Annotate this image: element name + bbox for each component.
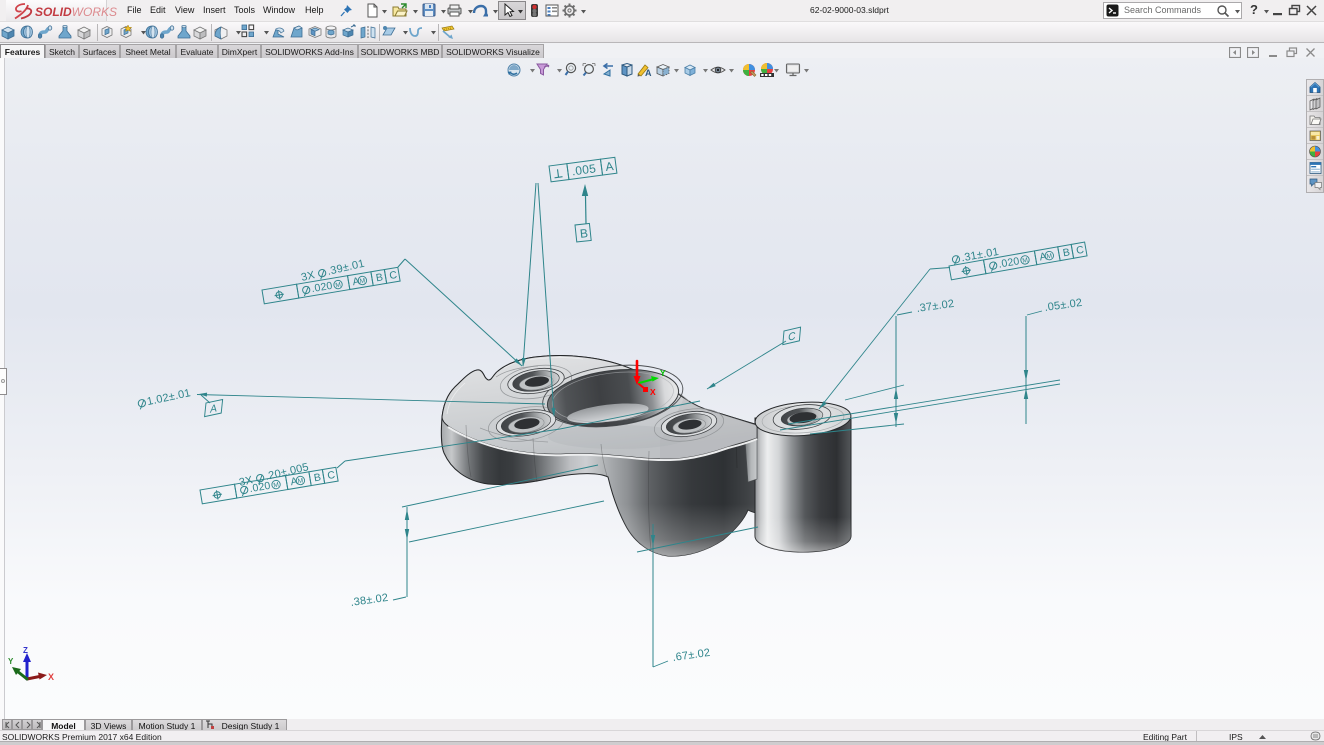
svg-text:C: C [1075, 244, 1085, 257]
svg-text:M: M [335, 282, 342, 290]
svg-text:.38±.02: .38±.02 [350, 592, 389, 609]
svg-text:M: M [273, 482, 280, 490]
svg-text:C: C [788, 330, 797, 344]
svg-text:A: A [605, 159, 615, 174]
svg-text:B: B [579, 226, 589, 241]
svg-text:B: B [313, 471, 322, 484]
svg-text:.37±.02: .37±.02 [916, 298, 955, 315]
svg-text:B: B [375, 271, 384, 284]
svg-text:X: X [650, 387, 656, 397]
svg-text:C: C [388, 269, 398, 282]
svg-text:A: A [645, 68, 652, 78]
svg-text:.20±.005: .20±.005 [264, 461, 310, 483]
svg-text:X: X [48, 672, 54, 682]
svg-text:1.02±.01: 1.02±.01 [146, 387, 192, 408]
svg-text:Y: Y [8, 657, 14, 666]
svg-text:Z: Z [23, 646, 28, 655]
svg-text:.67±.02: .67±.02 [672, 647, 711, 664]
svg-text:.05±.02: .05±.02 [1044, 297, 1083, 314]
svg-text:M: M [1022, 257, 1029, 265]
svg-text:.005: .005 [571, 161, 597, 178]
svg-text:Y: Y [660, 368, 666, 378]
svg-text:C: C [326, 469, 336, 482]
svg-text:M: M [297, 477, 304, 485]
svg-text:M: M [1046, 253, 1053, 261]
svg-text:M: M [359, 277, 366, 285]
svg-text:.39±.01: .39±.01 [326, 258, 366, 278]
svg-text:B: B [1062, 246, 1071, 259]
